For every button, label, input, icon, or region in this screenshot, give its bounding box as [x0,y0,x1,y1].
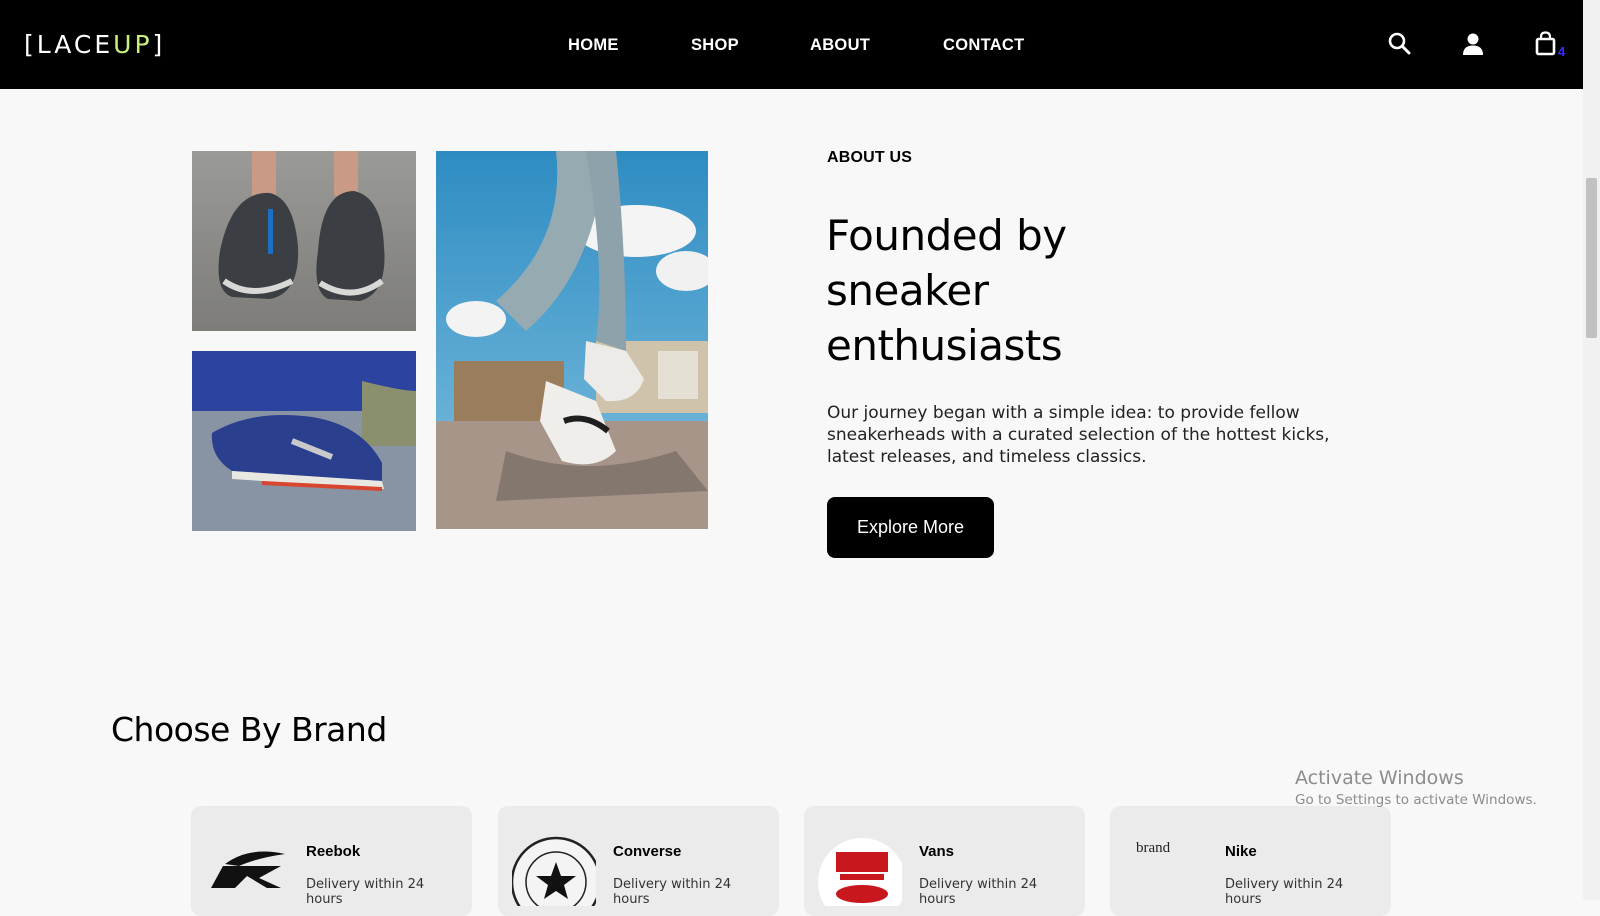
reebok-logo-icon [205,836,289,906]
brand-name: Nike [1225,843,1257,860]
windows-activation-watermark: Activate Windows Go to Settings to activ… [1295,767,1537,808]
explore-more-button[interactable]: Explore More [827,497,994,558]
logo-text-end: ] [152,30,166,59]
watermark-title: Activate Windows [1295,767,1464,789]
scrollbar-thumb[interactable] [1586,178,1597,338]
brand-delivery-text: Delivery within 24 hours [306,877,425,907]
brand-name: Vans [919,843,955,860]
page-scrollbar[interactable] [1583,0,1600,900]
site-logo[interactable]: [LACEUP] [24,30,165,59]
logo-text: [LACE [24,30,114,59]
about-eyebrow: ABOUT US [827,149,913,166]
brand-name: Converse [613,843,682,860]
broken-image-alt-text: brand [1136,840,1171,856]
brand-delivery-text: Delivery within 24 hours [919,877,1038,907]
brand-delivery-text: Delivery within 24 hours [1225,877,1344,907]
user-icon[interactable] [1460,30,1486,58]
search-icon[interactable] [1387,30,1413,58]
sneakers-on-road-photo [192,151,416,331]
vans-logo-icon [818,836,906,916]
navbar: [LACEUP] HOME SHOP ABOUT CONTACT 4 [0,0,1583,89]
nav-link-about[interactable]: ABOUT [810,36,870,55]
brand-delivery-text: Delivery within 24 hours [613,877,732,907]
logo-accent-text: UP [113,30,153,59]
jumping-sneakers-photo [436,151,708,529]
about-description: Our journey began with a simple idea: to… [827,403,1330,467]
brand-name: Reebok [306,843,361,860]
nav-link-home[interactable]: HOME [568,36,619,55]
cart-count-badge: 4 [1558,44,1566,59]
blue-sneaker-photo [192,351,416,531]
brands-section-title: Choose By Brand [111,710,387,749]
watermark-subtitle: Go to Settings to activate Windows. [1295,792,1537,808]
shopping-bag-icon[interactable] [1533,30,1559,58]
converse-logo-icon [510,836,602,916]
nav-link-shop[interactable]: SHOP [691,36,739,55]
about-heading: Founded by sneaker enthusiasts [826,211,1067,370]
nav-link-contact[interactable]: CONTACT [943,36,1025,55]
